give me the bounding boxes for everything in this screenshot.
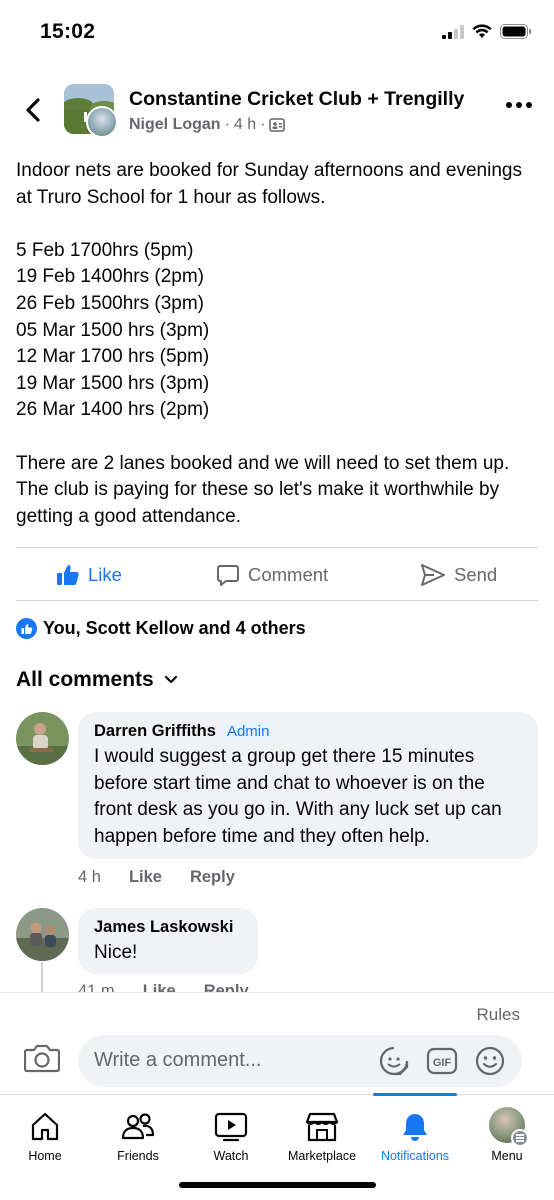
home-indicator[interactable] — [179, 1182, 376, 1188]
comment-author[interactable]: Darren Griffiths — [94, 722, 216, 741]
schedule-line: 05 Mar 1500 hrs (3pm) — [16, 319, 210, 341]
schedule-line: 19 Feb 1400hrs (2pm) — [16, 266, 204, 288]
thread-line — [41, 962, 43, 996]
status-icons — [442, 24, 532, 39]
commenter-avatar[interactable] — [16, 908, 69, 961]
tab-label: Friends — [117, 1149, 159, 1163]
reactions-summary[interactable]: You, Scott Kellow and 4 others — [16, 618, 306, 639]
tab-label: Menu — [491, 1149, 523, 1163]
schedule-line: 12 Mar 1700 hrs (5pm) — [16, 346, 210, 368]
like-button[interactable]: Like — [56, 548, 122, 602]
comment-like-button[interactable]: Like — [129, 868, 162, 887]
author-avatar[interactable] — [86, 106, 118, 138]
meta-separator: · — [224, 116, 230, 133]
post-author[interactable]: Nigel Logan — [129, 116, 221, 134]
status-time: 15:02 — [40, 20, 96, 43]
gif-label: GIF — [433, 1057, 452, 1069]
thumbs-up-icon — [57, 565, 79, 585]
bottom-tab-bar: Home Friends Watch Marketplace Notificat… — [0, 1093, 554, 1200]
comment-label: Comment — [248, 564, 329, 585]
comments-filter-label: All comments — [16, 668, 154, 691]
post-paragraph: There are 2 lanes booked and we will nee… — [16, 452, 510, 527]
post-meta: Nigel Logan · 4 h · — [129, 116, 286, 134]
comment-placeholder: Write a comment... — [94, 1049, 262, 1071]
send-label: Send — [454, 564, 498, 585]
tab-friends[interactable]: Friends — [93, 1095, 183, 1175]
tab-watch[interactable]: Watch — [186, 1095, 276, 1175]
tab-label: Home — [28, 1149, 62, 1163]
composer-icons: GIF — [378, 1045, 506, 1077]
rules-link[interactable]: Rules — [477, 1005, 520, 1025]
dot-icon — [526, 102, 532, 108]
watch-icon — [214, 1112, 248, 1142]
send-icon — [421, 564, 445, 586]
chevron-down-icon — [164, 675, 177, 684]
comment-author[interactable]: James Laskowski — [94, 918, 233, 937]
send-button[interactable]: Send — [420, 548, 497, 602]
status-bar: 15:02 — [0, 0, 554, 66]
comments-filter[interactable]: All comments — [16, 668, 178, 692]
wifi-icon — [472, 24, 492, 38]
comment-composer: Rules Write a comment... GIF — [0, 992, 554, 1094]
back-button[interactable] — [18, 92, 48, 128]
post-actions: Like Comment Send — [16, 547, 538, 601]
camera-button[interactable] — [23, 1043, 61, 1078]
gif-icon[interactable]: GIF — [426, 1045, 458, 1077]
speech-bubble-icon — [217, 565, 239, 586]
meta-separator: · — [260, 116, 266, 133]
tab-notifications[interactable]: Notifications — [370, 1095, 460, 1175]
friends-icon — [121, 1113, 155, 1140]
profile-avatar — [489, 1107, 529, 1147]
home-icon — [31, 1112, 59, 1141]
comment-text: I would suggest a group get there 15 min… — [94, 746, 502, 847]
post-time: 4 h — [233, 116, 257, 133]
post-body: Indoor nets are booked for Sunday aftern… — [16, 158, 538, 530]
camera-icon — [23, 1044, 61, 1073]
comment-time: 4 h — [78, 868, 101, 886]
post-paragraph: Indoor nets are booked for Sunday aftern… — [16, 160, 522, 208]
emoji-icon[interactable] — [474, 1045, 506, 1077]
comment-reply-button[interactable]: Reply — [190, 868, 235, 887]
like-reaction-icon — [16, 618, 37, 639]
battery-icon — [500, 24, 532, 39]
marketplace-icon — [305, 1112, 339, 1142]
comment-author-row: James Laskowski — [94, 918, 242, 937]
chevron-left-icon — [26, 98, 40, 122]
comment-input[interactable]: Write a comment... GIF — [78, 1035, 522, 1087]
post-header: Constantine Cricket Club + Trengilly Nig… — [0, 80, 554, 144]
tab-label: Notifications — [380, 1149, 450, 1163]
schedule-line: 26 Mar 1400 hrs (2pm) — [16, 399, 210, 421]
tab-label: Marketplace — [287, 1149, 357, 1163]
reactions-text: You, Scott Kellow and 4 others — [43, 618, 306, 638]
signal-icon — [442, 24, 464, 39]
comment-bubble[interactable]: Darren Griffiths Admin I would suggest a… — [78, 712, 538, 859]
schedule-line: 5 Feb 1700hrs (5pm) — [16, 239, 194, 261]
menu-badge-icon — [511, 1129, 529, 1147]
tab-home[interactable]: Home — [0, 1095, 90, 1175]
comment-bubble[interactable]: James Laskowski Nice! — [78, 908, 258, 974]
comment-meta: 4 h Like Reply — [78, 868, 235, 887]
comment-button[interactable]: Comment — [216, 548, 554, 602]
tab-label: Watch — [213, 1149, 249, 1163]
dot-icon — [506, 102, 512, 108]
group-name[interactable]: Constantine Cricket Club + Trengilly — [129, 88, 464, 111]
members-audience-icon — [269, 118, 286, 132]
tab-menu[interactable]: Menu — [462, 1095, 552, 1175]
comment-text: Nice! — [94, 942, 138, 963]
bell-icon — [403, 1114, 427, 1141]
commenter-avatar[interactable] — [16, 712, 69, 765]
schedule-line: 26 Feb 1500hrs (3pm) — [16, 292, 204, 314]
dot-icon — [516, 102, 522, 108]
tab-marketplace[interactable]: Marketplace — [277, 1095, 367, 1175]
like-label: Like — [88, 564, 122, 585]
comment-author-row: Darren Griffiths Admin — [94, 722, 522, 741]
avatar-sticker-icon[interactable] — [378, 1045, 410, 1077]
more-options-button[interactable] — [506, 102, 532, 108]
schedule-line: 19 Mar 1500 hrs (3pm) — [16, 372, 210, 394]
admin-badge: Admin — [221, 722, 275, 741]
